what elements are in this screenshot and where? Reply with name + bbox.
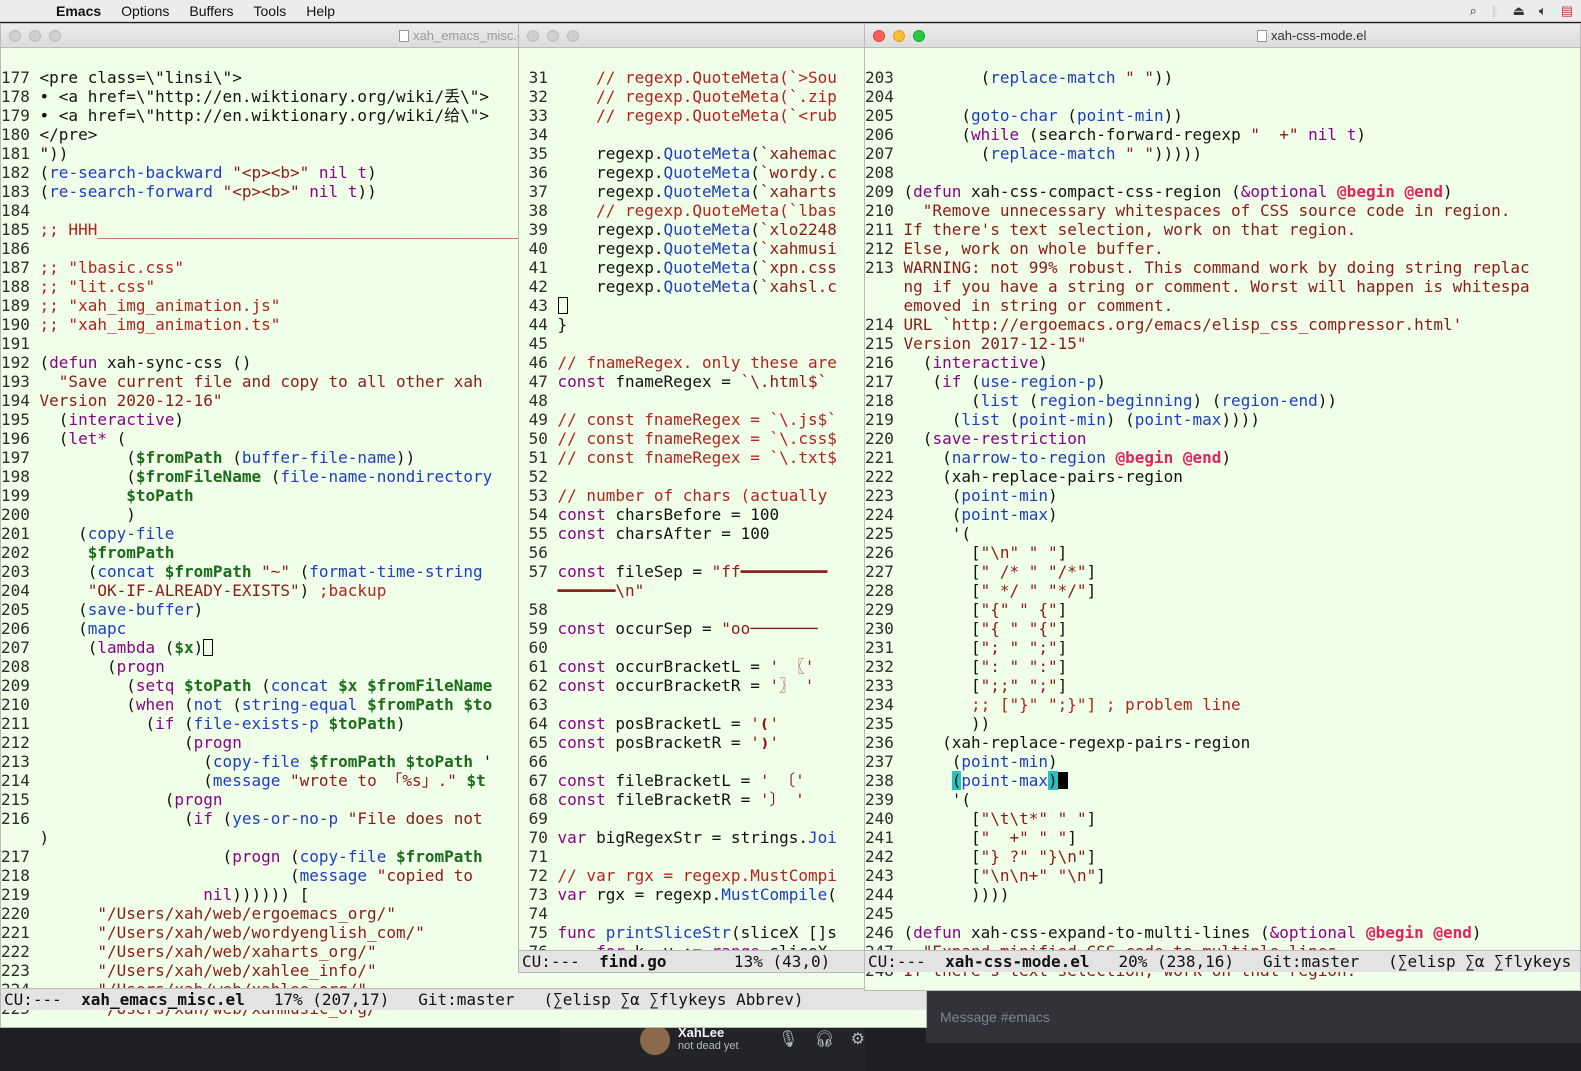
- window-titlebar[interactable]: xah-css-mode.el: [865, 24, 1580, 48]
- zoom-button[interactable]: [49, 30, 61, 42]
- flag-icon[interactable]: ▤: [1561, 3, 1573, 19]
- zoom-button[interactable]: [913, 30, 925, 42]
- emacs-window-css-mode[interactable]: xah-css-mode.el 203 (replace-match " "))…: [864, 23, 1581, 991]
- minimize-button[interactable]: [547, 30, 559, 42]
- message-input[interactable]: Message #emacs: [926, 999, 1581, 1039]
- editor-buffer[interactable]: 203 (replace-match " ")) 204 205 (goto-c…: [865, 49, 1580, 990]
- close-button[interactable]: [873, 30, 885, 42]
- window-titlebar[interactable]: [519, 24, 865, 48]
- volume-icon[interactable]: 🔈︎: [1539, 3, 1547, 19]
- modeline-css-mode: CU:--- xah-css-mode.el 20% (238,16) Git:…: [865, 950, 1580, 972]
- close-button[interactable]: [527, 30, 539, 42]
- document-icon: [1257, 30, 1267, 42]
- avatar[interactable]: [640, 1025, 670, 1055]
- modeline-buffer-name: xah-css-mode.el: [945, 952, 1090, 971]
- minimize-button[interactable]: [893, 30, 905, 42]
- modeline-buffer-name: xah_emacs_misc.el: [81, 990, 245, 1009]
- eject-icon[interactable]: ⏏: [1513, 3, 1525, 19]
- menu-help[interactable]: Help: [306, 3, 335, 19]
- zoom-button[interactable]: [567, 30, 579, 42]
- menu-buffers[interactable]: Buffers: [189, 3, 233, 19]
- search-icon[interactable]: ⌕: [1470, 3, 1477, 19]
- microphone-icon[interactable]: 🎙︎: [778, 1029, 798, 1049]
- menu-tools[interactable]: Tools: [254, 3, 287, 19]
- headphones-icon[interactable]: 🎧︎: [814, 1029, 834, 1049]
- user-status: not dead yet: [678, 1040, 739, 1052]
- menu-options[interactable]: Options: [121, 3, 169, 19]
- settings-gear-icon[interactable]: ⚙: [851, 1029, 865, 1049]
- modeline-find-go: CU:--- find.go 13% (43,0): [519, 950, 865, 972]
- close-button[interactable]: [9, 30, 21, 42]
- modeline-misc: CU:--- xah_emacs_misc.el 17% (207,17) Gi…: [1, 988, 926, 1010]
- minimize-button[interactable]: [29, 30, 41, 42]
- editor-buffer[interactable]: 31 // regexp.QuoteMeta(`>Sou 32 // regex…: [519, 49, 865, 972]
- modeline-buffer-name: find.go: [599, 952, 667, 971]
- document-icon: [399, 30, 409, 42]
- bluetooth-icon[interactable]: ᛒ: [1491, 4, 1499, 19]
- menu-app[interactable]: Emacs: [56, 3, 101, 19]
- emacs-window-find-go[interactable]: 31 // regexp.QuoteMeta(`>Sou 32 // regex…: [518, 23, 866, 973]
- status-tray: ⌕ ᛒ ⏏ 🔈︎ ▤: [1470, 0, 1574, 22]
- window-title: xah-css-mode.el: [1271, 28, 1367, 43]
- window-title: xah_emacs_misc.el: [413, 28, 528, 43]
- mac-menubar: Emacs Options Buffers Tools Help ⌕ ᛒ ⏏ 🔈…: [0, 0, 1581, 22]
